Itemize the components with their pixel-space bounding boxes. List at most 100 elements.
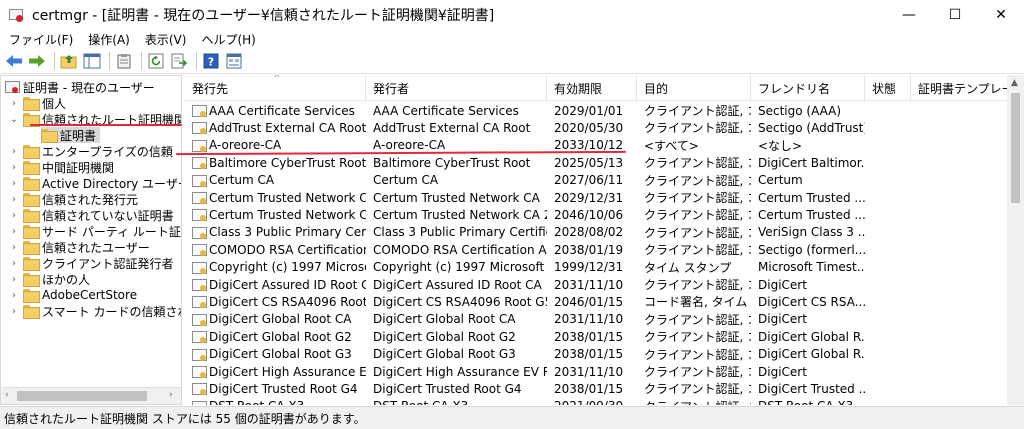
cell-friendly: Certum (751, 172, 865, 189)
tree-item-client-auth-issuers[interactable]: › クライアント認証発行者 (9, 255, 174, 271)
scrollbar-thumb[interactable] (1011, 93, 1020, 203)
column-header-status[interactable]: 状態 (865, 75, 911, 101)
column-header-template[interactable]: 証明書テンプレー (911, 75, 1014, 101)
cell-friendly: DST Root CA X3 (751, 398, 865, 405)
cell-text: A-oreore-CA (373, 138, 446, 153)
column-header-purpose[interactable]: 目的 (637, 75, 751, 101)
tree-item-label: スマート カードの信頼されたルート (42, 304, 181, 319)
clipboard-icon[interactable] (114, 51, 134, 71)
tree-horizontal-scrollbar[interactable]: ‹ › (1, 387, 181, 404)
table-row[interactable]: AAA Certificate Services AAA Certificate … (185, 102, 1007, 119)
table-row[interactable]: DigiCert Trusted Root G4 DigiCert Trusted… (185, 380, 1007, 397)
scrollbar-thumb[interactable] (17, 391, 147, 401)
show-hide-tree-icon[interactable] (82, 51, 102, 71)
tree-item-personal[interactable]: › 個人 (9, 95, 66, 111)
tree-item-trusted-publishers[interactable]: › 信頼された発行元 (9, 191, 138, 207)
chevron-right-icon[interactable]: › (9, 242, 19, 253)
chevron-right-icon[interactable]: › (9, 178, 19, 189)
close-button[interactable]: ✕ (978, 0, 1024, 30)
table-row[interactable]: AddTrust External CA Root AddTrust Extern… (185, 119, 1007, 136)
table-row[interactable]: DigiCert CS RSA4096 Root G5 DigiCert CS R… (185, 293, 1007, 310)
tree-item-adobe-cert-store[interactable]: › AdobeCertStore (9, 287, 137, 303)
chevron-right-icon[interactable]: › (9, 274, 19, 285)
back-arrow-icon[interactable] (4, 51, 24, 71)
cell-text: DST Root CA X3 (209, 399, 304, 405)
chevron-right-icon[interactable]: › (9, 290, 19, 301)
chevron-right-icon[interactable]: › (9, 98, 19, 109)
toolbar-separator (54, 52, 55, 70)
cell-text: COMODO RSA Certification Au... (373, 242, 547, 257)
table-row[interactable]: DigiCert High Assurance EV ... DigiCert H… (185, 363, 1007, 380)
chevron-right-icon[interactable]: › (9, 306, 19, 317)
menu-help[interactable]: ヘルプ(H) (192, 31, 261, 48)
tree-item-certificates[interactable]: 証明書 (41, 127, 101, 143)
table-row[interactable]: Baltimore CyberTrust Root Baltimore Cyber… (185, 154, 1007, 171)
scroll-up-icon[interactable]: ▲ (1011, 78, 1018, 88)
certificate-icon (192, 278, 207, 291)
column-header-issued-by[interactable]: 発行者 (366, 75, 547, 101)
column-header-friendly-name[interactable]: フレンドリ名 (751, 75, 865, 101)
chevron-right-icon[interactable]: › (9, 258, 19, 269)
chevron-right-icon[interactable]: › (9, 210, 19, 221)
refresh-icon[interactable] (146, 51, 166, 71)
cell-by: AddTrust External CA Root (366, 119, 547, 136)
table-row[interactable]: DST Root CA X3 DST Root CA X3 2021/09/30 クラ… (185, 398, 1007, 405)
chevron-right-icon[interactable]: › (9, 226, 19, 237)
tree-item-trusted-people[interactable]: › 信頼されたユーザー (9, 239, 150, 255)
cell-text: クライアント認証, コー... (644, 278, 751, 292)
cell-to: DigiCert High Assurance EV ... (185, 363, 366, 380)
table-row[interactable]: Copyright (c) 1997 Microsof... Copyright … (185, 259, 1007, 276)
table-row[interactable]: Class 3 Public Primary Certif... Class 3 … (185, 224, 1007, 241)
tree-item-active-directory[interactable]: › Active Directory ユーザー オ (9, 175, 181, 191)
table-row[interactable]: DigiCert Assured ID Root CA DigiCert Assu… (185, 276, 1007, 293)
cell-to: AAA Certificate Services (185, 102, 366, 119)
tree-item-third-party-root[interactable]: › サード パーティ ルート証明機関 (9, 223, 181, 239)
tree-item-root[interactable]: 証明書 - 現在のユーザー (5, 79, 155, 95)
tree-item-untrusted[interactable]: › 信頼されていない証明書 (9, 207, 174, 223)
table-row[interactable]: DigiCert Global Root CA DigiCert Global R… (185, 311, 1007, 328)
tree-item-smart-card-root[interactable]: › スマート カードの信頼されたルート (9, 303, 181, 319)
table-row[interactable]: Certum Trusted Network CA Certum Trusted … (185, 189, 1007, 206)
table-row[interactable]: DigiCert Global Root G2 DigiCert Global R… (185, 328, 1007, 345)
tree-item-label: 個人 (42, 96, 67, 111)
cell-purpose: クライアント認証, コー... (637, 102, 751, 119)
certificate-list[interactable]: 発行先 ^ 発行者 有効期限 目的 フレンドリ名 状態 証明書テンプレー AAA… (185, 75, 1024, 405)
toolbar: ? (0, 49, 1024, 74)
tree-item-label: 信頼された発行元 (42, 192, 139, 207)
scroll-right-icon[interactable]: › (169, 390, 173, 400)
toolbar-separator (196, 52, 197, 70)
tree-item-other-people[interactable]: › ほかの人 (9, 271, 90, 287)
list-vertical-scrollbar[interactable]: ▲ (1007, 75, 1024, 405)
chevron-right-icon[interactable]: › (9, 146, 19, 157)
tree-item-label: 証明書 (60, 128, 97, 143)
minimize-button[interactable]: — (886, 0, 932, 30)
menu-file[interactable]: ファイル(F) (0, 31, 79, 48)
table-row[interactable]: DigiCert Global Root G3 DigiCert Global R… (185, 346, 1007, 363)
help-icon[interactable]: ? (201, 51, 221, 71)
forward-arrow-icon[interactable] (27, 51, 47, 71)
chevron-right-icon[interactable]: › (9, 162, 19, 173)
tree-item-enterprise-trust[interactable]: › エンタープライズの信頼 (9, 143, 173, 159)
table-row[interactable]: Certum Trusted Network C... Certum Truste… (185, 206, 1007, 223)
export-list-icon[interactable] (169, 51, 189, 71)
cell-purpose: クライアント認証, コー... (637, 241, 751, 258)
properties-icon[interactable] (224, 51, 244, 71)
cell-to: A-oreore-CA (185, 137, 366, 154)
menu-view[interactable]: 表示(V) (136, 31, 193, 48)
chevron-right-icon[interactable]: › (9, 194, 19, 205)
maximize-button[interactable]: ☐ (932, 0, 978, 30)
cell-by: DigiCert Trusted Root G4 (366, 380, 547, 397)
scroll-left-icon[interactable]: ‹ (5, 390, 9, 400)
cell-exp: 2038/01/19 (547, 241, 637, 258)
table-row[interactable]: COMODO RSA Certification ... COMODO RSA C… (185, 241, 1007, 258)
menu-action[interactable]: 操作(A) (79, 31, 136, 48)
certificate-icon (192, 139, 207, 152)
table-row[interactable]: Certum CA Certum CA 2027/06/11 クライアント認証, コー… (185, 172, 1007, 189)
chevron-down-icon[interactable]: ⌄ (9, 114, 19, 125)
column-header-issued-to[interactable]: 発行先 ^ (185, 75, 366, 101)
certmgr-app-icon[interactable] (8, 7, 24, 23)
up-folder-icon[interactable] (59, 51, 79, 71)
tree-item-intermediate-ca[interactable]: › 中間証明機関 (9, 159, 114, 175)
cell-text: DigiCert (758, 277, 807, 292)
column-header-expiration[interactable]: 有効期限 (547, 75, 637, 101)
